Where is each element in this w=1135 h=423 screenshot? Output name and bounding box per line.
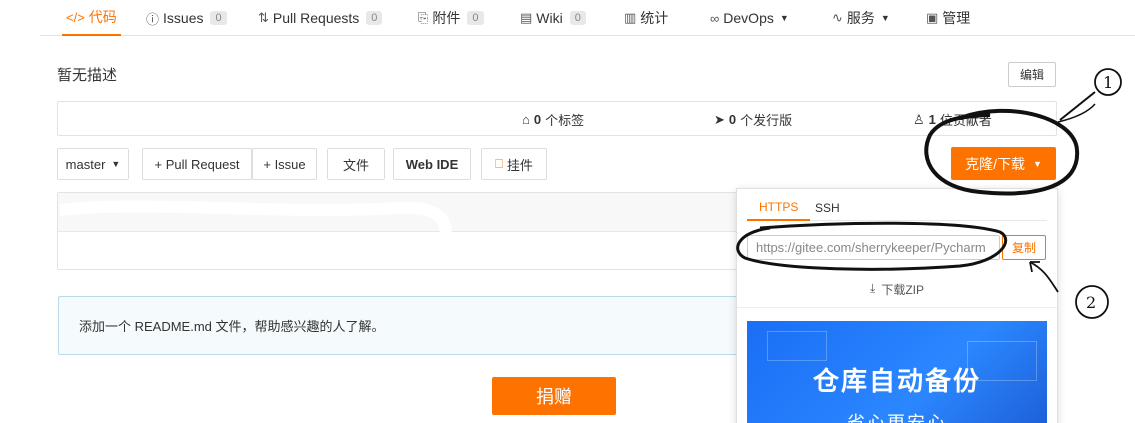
widget-label: 挂件 bbox=[506, 157, 533, 173]
file-list bbox=[57, 192, 747, 270]
download-zip-label: 下载ZIP bbox=[881, 283, 924, 297]
contributors-label: 位贡献者 bbox=[939, 113, 992, 128]
clone-download-button[interactable]: 克隆/下载 ▼ bbox=[951, 147, 1056, 180]
repo-stats-bar: ⌂ 0 个标签 ➤ 0 个发行版 ♙ 1 位贡献者 bbox=[57, 101, 1057, 136]
clone-dropdown: HTTPS SSH https://gitee.com/sherrykeeper… bbox=[736, 188, 1058, 423]
tab-label: Wiki bbox=[536, 10, 563, 26]
releases-label: 个发行版 bbox=[740, 113, 793, 128]
code-icon: </> bbox=[66, 9, 85, 25]
repo-nav: </> 代码 ⓘ Issues 0 ⇅ Pull Requests 0 ⎘ 附件… bbox=[40, 0, 1135, 36]
backup-ad-banner[interactable]: 仓库自动备份 省心更安心 bbox=[747, 321, 1047, 423]
tab-ssh[interactable]: SSH bbox=[815, 195, 840, 221]
caret-down-icon: ▼ bbox=[1032, 158, 1042, 169]
file-label: 文件 bbox=[342, 157, 369, 173]
repo-description: 暂无描述 bbox=[57, 67, 118, 84]
pointer-line bbox=[1059, 91, 1096, 121]
readme-notice-text: 添加一个 README.md 文件，帮助感兴趣的人了解。 bbox=[79, 319, 385, 334]
clone-label: 克隆/下载 bbox=[965, 155, 1025, 172]
tab-wiki[interactable]: ▤ Wiki 0 bbox=[520, 0, 586, 36]
new-pull-request-button[interactable]: + Pull Request bbox=[142, 148, 252, 180]
tab-stats[interactable]: ▥ 统计 bbox=[624, 0, 668, 36]
donate-button[interactable]: 捐赠 bbox=[492, 377, 616, 415]
service-icon: ∿ bbox=[832, 10, 843, 25]
release-icon: ➤ bbox=[714, 111, 725, 127]
new-issue-button[interactable]: + Issue bbox=[252, 148, 317, 180]
tab-label: Pull Requests bbox=[272, 10, 360, 26]
edit-description-button[interactable]: 编辑 bbox=[1008, 62, 1056, 87]
divider bbox=[737, 307, 1057, 308]
tab-issues[interactable]: ⓘ Issues 0 bbox=[146, 0, 227, 36]
tab-label: 附件 bbox=[432, 10, 461, 26]
tags-count: 0 bbox=[533, 112, 542, 127]
tab-label: 代码 bbox=[88, 9, 117, 25]
caret-down-icon: ▼ bbox=[779, 13, 789, 23]
pr-count-badge: 0 bbox=[366, 11, 383, 25]
download-icon: ⤓ bbox=[870, 281, 876, 295]
tab-label: 管理 bbox=[942, 10, 971, 26]
clone-url-input[interactable]: https://gitee.com/sherrykeeper/Pycharm bbox=[747, 235, 1000, 260]
wiki-icon: ▤ bbox=[520, 10, 533, 25]
marker-circle-2 bbox=[1075, 285, 1109, 319]
tab-pull-requests[interactable]: ⇅ Pull Requests 0 bbox=[258, 0, 383, 36]
file-button[interactable]: 文件 bbox=[327, 148, 385, 180]
releases-stat[interactable]: ➤ 0 个发行版 bbox=[714, 102, 792, 137]
tab-label: 服务 bbox=[846, 10, 875, 26]
contributors-stat[interactable]: ♙ 1 位贡献者 bbox=[913, 102, 992, 137]
stats-icon: ▥ bbox=[624, 10, 637, 25]
attachments-count-badge: 0 bbox=[467, 11, 484, 25]
banner-subtitle: 省心更安心 bbox=[847, 413, 947, 423]
pull-request-icon: ⇅ bbox=[258, 10, 269, 25]
banner-title: 仓库自动备份 bbox=[812, 366, 981, 396]
tab-services[interactable]: ∿ 服务 ▼ bbox=[832, 0, 890, 36]
issues-count-badge: 0 bbox=[210, 11, 227, 25]
wiki-count-badge: 0 bbox=[569, 11, 586, 25]
attachment-icon: ⎘ bbox=[418, 10, 429, 25]
tab-label: DevOps bbox=[723, 10, 774, 26]
branch-name: master bbox=[65, 156, 106, 172]
web-ide-button[interactable]: Web IDE bbox=[393, 148, 471, 180]
tags-label: 个标签 bbox=[545, 113, 585, 128]
copy-url-button[interactable]: 复制 bbox=[1002, 235, 1046, 260]
tab-label: 统计 bbox=[640, 10, 669, 26]
contributors-icon: ♙ bbox=[913, 111, 925, 127]
marker-2: 2 bbox=[1086, 293, 1096, 312]
web-ide-label: Web IDE bbox=[405, 156, 459, 172]
bookmark-icon: ⎕ bbox=[495, 156, 503, 171]
tag-icon: ⌂ bbox=[522, 112, 530, 127]
tab-https[interactable]: HTTPS bbox=[747, 195, 811, 221]
tab-manage[interactable]: ▣ 管理 bbox=[926, 0, 970, 36]
branch-select[interactable]: master ▼ bbox=[57, 148, 129, 180]
download-zip-link[interactable]: ⤓ 下载ZIP bbox=[737, 281, 1057, 298]
caret-down-icon: ▼ bbox=[111, 159, 121, 169]
latest-commit-header bbox=[58, 193, 746, 232]
pull-request-label: + Pull Request bbox=[154, 156, 240, 172]
banner-decoration bbox=[767, 331, 827, 361]
marker-1: 1 bbox=[1103, 73, 1113, 92]
tab-code[interactable]: </> 代码 bbox=[62, 0, 121, 36]
issue-icon: ⓘ bbox=[146, 11, 160, 27]
tab-attachments[interactable]: ⎘ 附件 0 bbox=[418, 0, 484, 36]
tab-label: Issues bbox=[163, 10, 204, 26]
marker-circle-1 bbox=[1094, 68, 1122, 96]
readme-notice: 添加一个 README.md 文件，帮助感兴趣的人了解。 bbox=[58, 296, 748, 355]
releases-count: 0 bbox=[728, 112, 737, 127]
tags-stat[interactable]: ⌂ 0 个标签 bbox=[522, 102, 584, 137]
pointer-line bbox=[1057, 103, 1096, 123]
contributors-count: 1 bbox=[928, 112, 936, 127]
devops-icon: ∞ bbox=[710, 10, 720, 26]
tab-devops[interactable]: ∞ DevOps ▼ bbox=[710, 0, 789, 36]
clone-protocol-tabs: HTTPS SSH bbox=[747, 195, 1047, 221]
manage-icon: ▣ bbox=[926, 10, 939, 25]
caret-down-icon: ▼ bbox=[880, 13, 890, 23]
widget-button[interactable]: ⎕ 挂件 bbox=[481, 148, 547, 180]
issue-label: + Issue bbox=[263, 156, 306, 172]
